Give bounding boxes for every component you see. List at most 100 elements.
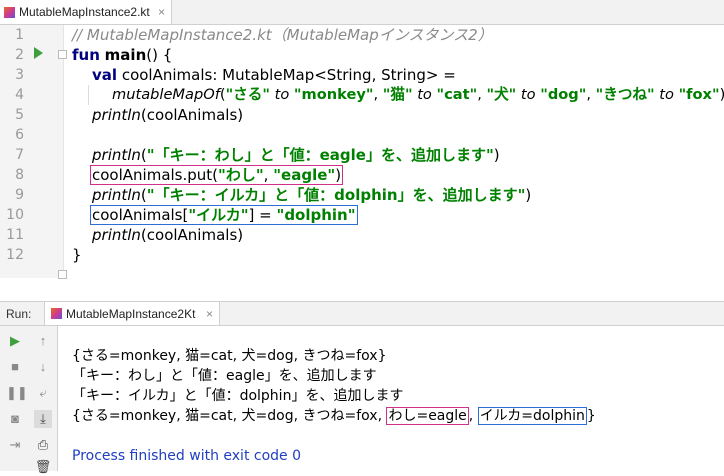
string-literal: "イルカ" bbox=[188, 206, 249, 224]
highlight-box-pink: わし=eagle bbox=[386, 407, 469, 425]
run-panel-header: Run: MutableMapInstance2Kt × bbox=[0, 301, 724, 326]
keyword: val bbox=[92, 66, 118, 84]
code-text: (coolAnimals) bbox=[140, 226, 244, 244]
function-call: mutableMapOf bbox=[112, 86, 220, 103]
code-text: ] = bbox=[248, 206, 277, 224]
editor-tab-bar: MutableMapInstance2.kt × bbox=[0, 0, 724, 25]
run-tool-strip: ▶ ↑ ■ ↓ ❚❚ ⤶ ◙ ⤓ ⇥ ⎙ 🗑 bbox=[0, 326, 58, 474]
arrow-up-icon[interactable]: ↑ bbox=[34, 332, 52, 350]
console-text: , bbox=[468, 408, 478, 424]
line-number: 7 bbox=[15, 147, 24, 163]
string-literal: "きつね" bbox=[595, 86, 655, 103]
code-line-println: println(coolAnimals) bbox=[92, 105, 243, 125]
code-line-mapof: mutableMapOf("さる" to "monkey", "猫" to "c… bbox=[112, 85, 724, 105]
console-output[interactable]: {さる=monkey, 猫=cat, 犬=dog, きつね=fox} 「キー：わ… bbox=[58, 326, 724, 471]
string-literal: "さる" bbox=[225, 86, 270, 103]
line-number: 8 bbox=[15, 167, 24, 183]
code-text: coolAnimals.put( bbox=[92, 166, 219, 184]
console-text: } bbox=[586, 408, 596, 424]
string-literal: "「キー：わし」と「値：eagle」を、追加します" bbox=[146, 146, 494, 164]
code-comment: // MutableMapInstance2.kt（MutableMapインスタ… bbox=[72, 26, 493, 44]
camera-icon[interactable]: ◙ bbox=[6, 410, 24, 428]
stop-icon[interactable]: ■ bbox=[6, 358, 24, 376]
string-literal: "犬" bbox=[486, 86, 517, 103]
code-line-println: println(coolAnimals) bbox=[92, 225, 243, 245]
console-text: {さる=monkey, 猫=cat, 犬=dog, きつね=fox, bbox=[72, 408, 387, 424]
string-literal: "fox" bbox=[678, 86, 720, 103]
line-number-gutter: 1 2 3 4 5 6 7 8 9 10 11 12 bbox=[0, 25, 67, 279]
run-gutter-icon[interactable] bbox=[34, 47, 43, 59]
infix-to: to bbox=[417, 86, 432, 103]
close-icon[interactable]: × bbox=[206, 307, 213, 321]
string-literal: "猫" bbox=[382, 86, 413, 103]
kotlin-run-icon bbox=[51, 308, 62, 319]
string-literal: "dolphin" bbox=[276, 206, 356, 224]
pause-icon[interactable]: ❚❚ bbox=[6, 384, 28, 402]
arrow-down-icon[interactable]: ↓ bbox=[34, 358, 52, 376]
console-line: {さる=monkey, 猫=cat, 犬=dog, きつね=fox, わし=ea… bbox=[72, 406, 596, 426]
indent-guide bbox=[88, 85, 89, 105]
code-text: coolAnimals[ bbox=[92, 206, 189, 224]
close-icon[interactable]: × bbox=[158, 5, 165, 19]
keyword: fun bbox=[72, 46, 100, 64]
console-line: {さる=monkey, 猫=cat, 犬=dog, きつね=fox} bbox=[72, 348, 387, 364]
function-name: main bbox=[104, 46, 147, 64]
fold-icon[interactable] bbox=[58, 270, 67, 279]
function-call: println bbox=[92, 106, 141, 124]
line-number: 1 bbox=[15, 27, 24, 43]
print-icon[interactable]: ⎙ bbox=[34, 436, 52, 454]
infix-to: to bbox=[274, 86, 290, 103]
line-number: 10 bbox=[6, 207, 24, 223]
login-icon[interactable]: ⇥ bbox=[6, 436, 24, 454]
line-number: 3 bbox=[15, 67, 24, 83]
exit-message: Process finished with exit code 0 bbox=[72, 448, 302, 464]
infix-to: to bbox=[659, 86, 674, 103]
code-line-println: println("「キー：イルカ」と「値：dolphin」を、追加します") bbox=[92, 185, 531, 205]
code-text: , bbox=[373, 86, 383, 103]
kotlin-file-icon bbox=[4, 6, 15, 18]
code-text: coolAnimals: MutableMap<String, String> … bbox=[121, 66, 456, 84]
trash-icon[interactable]: 🗑 bbox=[34, 458, 52, 476]
string-literal: "わし" bbox=[218, 166, 264, 184]
string-literal: "cat" bbox=[436, 86, 478, 103]
console-line: 「キー：わし」と「値：eagle」を、追加します bbox=[72, 368, 377, 384]
code-line-main: fun main() { bbox=[72, 45, 172, 65]
code-line-val: val coolAnimals: MutableMap<String, Stri… bbox=[92, 65, 456, 85]
file-tab[interactable]: MutableMapInstance2.kt × bbox=[0, 0, 172, 24]
string-literal: "「キー：イルカ」と「値：dolphin」を、追加します" bbox=[146, 186, 526, 204]
code-text: (coolAnimals) bbox=[140, 106, 244, 124]
code-editor[interactable]: 1 2 3 4 5 6 7 8 9 10 11 12 // MutableMap… bbox=[0, 25, 724, 279]
code-text: ) bbox=[525, 186, 532, 204]
highlight-box-blue: イルカ=dolphin bbox=[477, 407, 587, 425]
code-line-put: coolAnimals.put("わし", "eagle") bbox=[90, 165, 344, 185]
line-number: 11 bbox=[6, 227, 24, 243]
code-line-println: println("「キー：わし」と「値：eagle」を、追加します") bbox=[92, 145, 500, 165]
line-number: 9 bbox=[15, 187, 24, 203]
function-call: println bbox=[92, 226, 141, 244]
scroll-to-end-icon[interactable]: ⤓ bbox=[34, 410, 52, 428]
code-text: , bbox=[263, 166, 274, 184]
run-config-tab[interactable]: MutableMapInstance2Kt × bbox=[44, 302, 220, 325]
code-text: ) bbox=[335, 166, 342, 184]
console-line: 「キー：イルカ」と「値：dolphin」を、追加します bbox=[72, 388, 404, 404]
highlight-box-blue: coolAnimals["イルカ"] = "dolphin" bbox=[90, 205, 358, 225]
infix-to: to bbox=[520, 86, 536, 103]
code-text: ) bbox=[493, 146, 500, 164]
file-tab-label: MutableMapInstance2.kt bbox=[19, 5, 150, 19]
function-call: println bbox=[92, 186, 141, 204]
string-literal: "dog" bbox=[540, 86, 587, 103]
code-text: ) bbox=[720, 86, 724, 103]
code-line-close: } bbox=[72, 246, 82, 264]
run-tab-label: MutableMapInstance2Kt bbox=[66, 306, 196, 321]
function-call: println bbox=[92, 146, 141, 164]
string-literal: "eagle" bbox=[273, 166, 336, 184]
code-text: , bbox=[586, 86, 596, 103]
rerun-icon[interactable]: ▶ bbox=[6, 332, 24, 350]
code-text: () { bbox=[146, 46, 173, 64]
line-number: 2 bbox=[15, 47, 24, 63]
soft-wrap-icon[interactable]: ⤶ bbox=[34, 384, 52, 402]
run-label: Run: bbox=[6, 307, 32, 321]
string-literal: "monkey" bbox=[293, 86, 374, 103]
fold-icon[interactable] bbox=[58, 50, 67, 59]
line-number: 4 bbox=[15, 87, 24, 103]
